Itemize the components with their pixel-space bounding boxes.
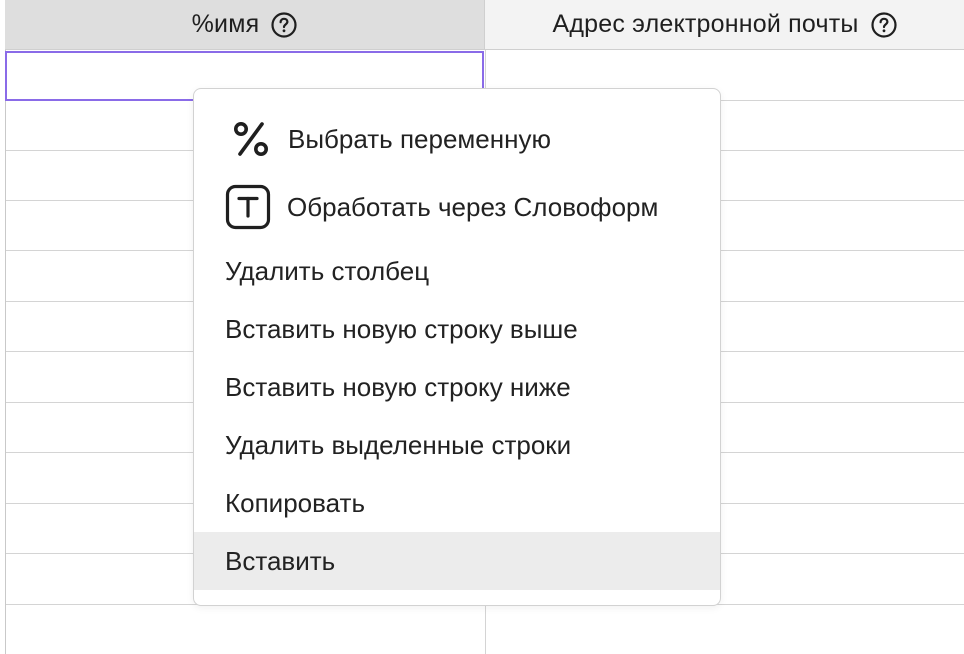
menu-item-label: Вставить новую строку ниже [225, 371, 571, 402]
column-header-name[interactable]: %имя [5, 0, 485, 50]
column-header-label: %имя [191, 10, 260, 38]
menu-item-label: Вставить новую строку выше [225, 313, 578, 344]
menu-item-label: Вставить [225, 545, 336, 576]
menu-item-insert-row-below[interactable]: Вставить новую строку ниже [194, 361, 720, 413]
menu-item-delete-column[interactable]: Удалить столбец [194, 245, 720, 297]
question-circle-icon[interactable] [870, 11, 897, 38]
context-menu: Выбрать переменную Обработать через Слов… [193, 88, 721, 606]
menu-item-label: Обработать через Словоформ [287, 191, 659, 222]
menu-item-label: Удалить столбец [225, 255, 430, 286]
text-t-icon [225, 184, 271, 230]
menu-item-insert-row-above[interactable]: Вставить новую строку выше [194, 303, 720, 355]
menu-item-label: Выбрать переменную [288, 123, 551, 154]
spreadsheet: %имя Адрес электронной почты Выбрать пер… [0, 0, 964, 654]
menu-item-process-wordform[interactable]: Обработать через Словоформ [194, 175, 720, 239]
percent-icon [228, 116, 274, 162]
menu-item-select-variable[interactable]: Выбрать переменную [194, 107, 720, 171]
menu-item-label: Копировать [225, 487, 365, 518]
menu-item-copy[interactable]: Копировать [194, 477, 720, 529]
question-circle-icon[interactable] [271, 11, 297, 38]
menu-item-delete-selected-rows[interactable]: Удалить выделенные строки [194, 419, 720, 471]
column-header-email[interactable]: Адрес электронной почты [485, 0, 964, 50]
column-header-label: Адрес электронной почты [552, 10, 859, 38]
menu-item-label: Удалить выделенные строки [225, 429, 572, 460]
row-gutter [0, 50, 6, 654]
menu-item-paste[interactable]: Вставить [194, 532, 720, 590]
